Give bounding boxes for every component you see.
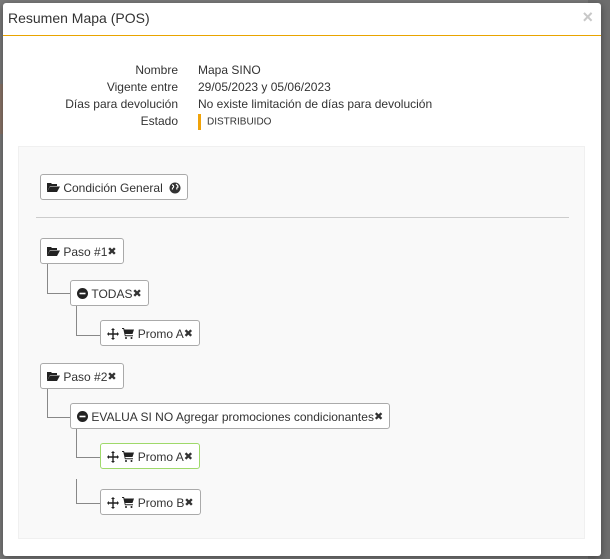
info-value: DISTRIBUIDO	[198, 114, 271, 130]
minus-circle-icon	[77, 288, 88, 300]
section-divider	[36, 217, 569, 218]
node-label: TODAS	[91, 286, 133, 301]
folder-open-icon	[47, 247, 60, 257]
step-1-node[interactable]: Paso #1✖	[40, 238, 124, 264]
globe-icon	[169, 182, 181, 194]
node-label: Promo A	[137, 326, 184, 341]
remove-icon[interactable]: ✖	[107, 246, 116, 258]
node-label: Condición General	[63, 180, 163, 195]
cart-icon	[122, 451, 135, 463]
modal-header: Resumen Mapa (POS) ×	[3, 3, 601, 36]
remove-icon[interactable]: ✖	[132, 288, 141, 300]
info-row-estado: Estado DISTRIBUIDO	[3, 114, 601, 131]
info-label: Vigente entre	[106, 80, 178, 94]
tree-connector	[47, 389, 48, 417]
info-value: 29/05/2023 y 05/06/2023	[198, 80, 331, 94]
node-label: Promo A	[137, 449, 184, 464]
folder-open-icon	[47, 183, 60, 193]
folder-open-icon	[47, 372, 60, 382]
tree-panel: Condición General Paso #1✖ TODAS✖ Promo …	[18, 146, 585, 539]
tree-connector	[47, 264, 48, 293]
tree-connector	[76, 335, 101, 336]
node-label: EVALUA SI NO Agregar promociones condici…	[91, 409, 374, 424]
step-1-promo-a-node[interactable]: Promo A✖	[100, 320, 200, 346]
tree-connector	[76, 479, 77, 503]
close-button[interactable]: ×	[582, 8, 593, 26]
status-bar	[198, 114, 201, 130]
move-icon[interactable]	[107, 327, 119, 340]
node-label: Paso #1	[63, 244, 108, 259]
info-row-dias: Días para devolución No existe limitació…	[3, 97, 601, 114]
tree-connector	[47, 417, 71, 418]
move-icon[interactable]	[107, 496, 119, 509]
tree-connector	[76, 503, 101, 504]
step-2-promo-a-node[interactable]: Promo A✖	[100, 443, 200, 469]
remove-icon[interactable]: ✖	[374, 411, 383, 423]
map-info: Nombre Mapa SINO Vigente entre 29/05/202…	[3, 63, 601, 131]
info-value: Mapa SINO	[198, 63, 261, 77]
info-label: Días para devolución	[65, 97, 178, 111]
minus-circle-icon	[77, 411, 88, 423]
info-row-nombre: Nombre Mapa SINO	[3, 63, 601, 80]
move-icon[interactable]	[107, 450, 119, 463]
status-badge: DISTRIBUIDO	[207, 116, 272, 128]
tree-connector	[76, 429, 77, 457]
modal-title: Resumen Mapa (POS)	[8, 10, 150, 26]
general-condition-node[interactable]: Condición General	[40, 174, 189, 200]
node-label: Paso #2	[63, 369, 108, 384]
info-label: Estado	[140, 114, 178, 128]
remove-icon[interactable]: ✖	[107, 371, 116, 383]
cart-icon	[122, 497, 135, 509]
step-1-condition-node[interactable]: TODAS✖	[70, 280, 149, 306]
step-2-promo-b-node[interactable]: Promo B✖	[100, 489, 201, 515]
remove-icon[interactable]: ✖	[184, 451, 193, 463]
summary-modal: Resumen Mapa (POS) × Nombre Mapa SINO Vi…	[3, 3, 601, 556]
info-row-vigente: Vigente entre 29/05/2023 y 05/06/2023	[3, 80, 601, 97]
tree-connector	[76, 457, 101, 458]
step-2-node[interactable]: Paso #2✖	[40, 363, 124, 389]
info-value: No existe limitación de días para devolu…	[198, 97, 433, 111]
cart-icon	[122, 328, 135, 340]
step-2-condition-node[interactable]: EVALUA SI NO Agregar promociones condici…	[70, 403, 391, 429]
node-label: Promo B	[137, 495, 185, 510]
tree-connector	[47, 293, 71, 294]
tree-connector	[76, 306, 77, 335]
remove-icon[interactable]: ✖	[184, 328, 193, 340]
info-label: Nombre	[135, 63, 178, 77]
remove-icon[interactable]: ✖	[184, 497, 193, 509]
